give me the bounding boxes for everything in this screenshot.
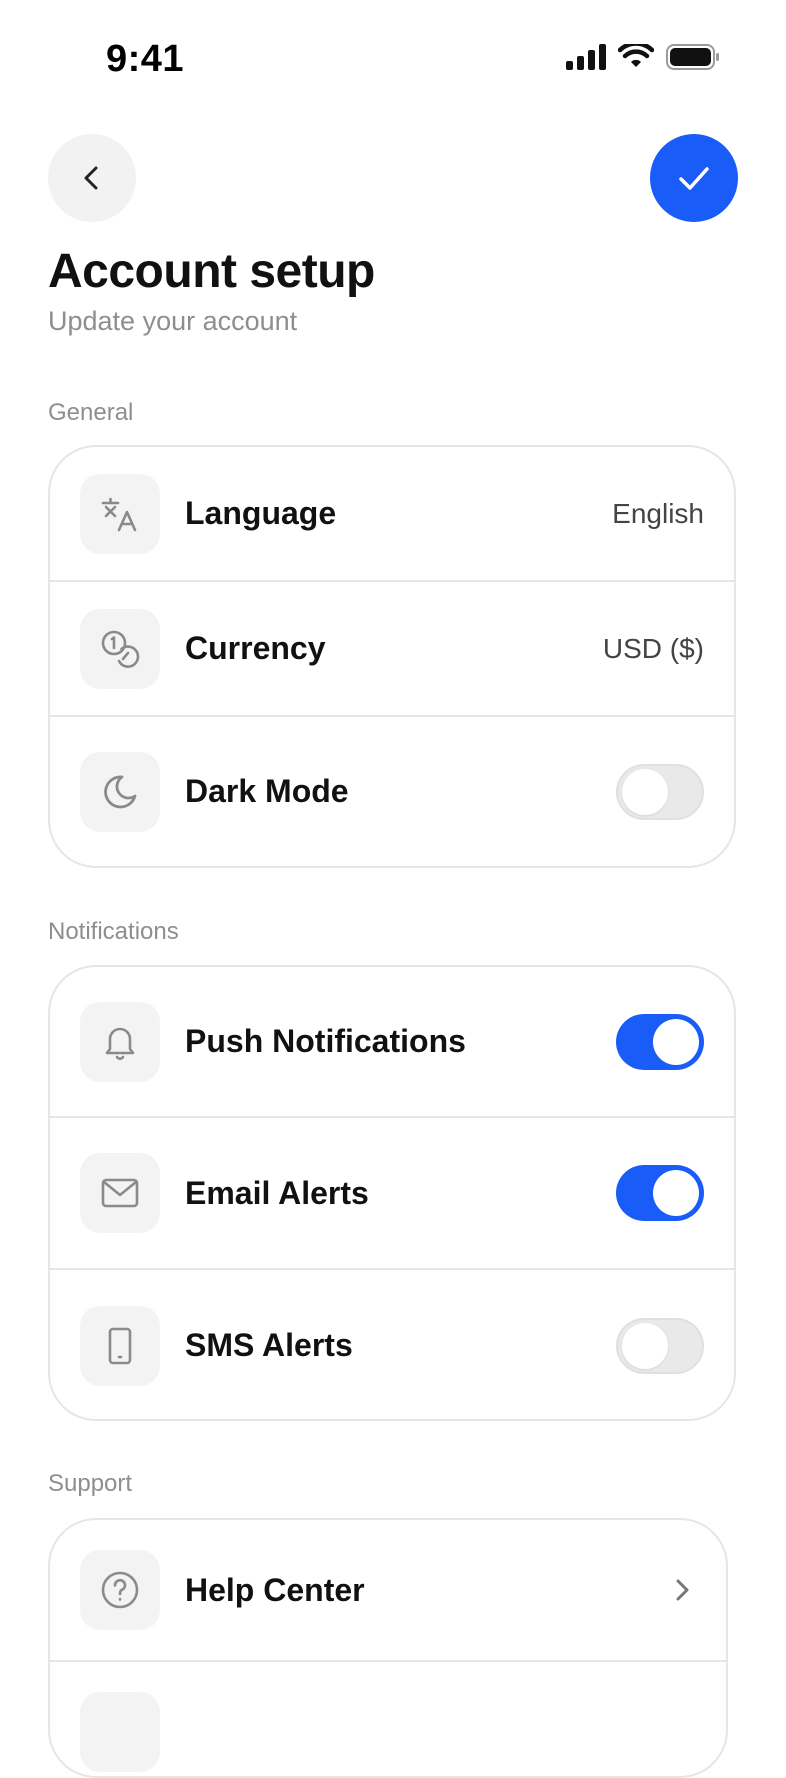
setting-row-dark-mode: Dark Mode — [50, 717, 734, 866]
status-time: 9:41 — [106, 38, 185, 80]
toggle-knob — [622, 768, 668, 815]
wifi-icon — [618, 44, 654, 67]
push-notifications-toggle[interactable] — [616, 1013, 704, 1070]
setting-row-sms-alerts: SMS Alerts — [50, 1270, 734, 1419]
mail-icon — [80, 1153, 160, 1233]
translate-icon — [80, 473, 160, 554]
battery-icon — [666, 44, 719, 70]
chevron-left-icon — [84, 166, 98, 190]
chevron-right-icon — [668, 1576, 696, 1604]
setting-label: Dark Mode — [185, 773, 349, 809]
help-icon — [80, 1550, 160, 1630]
notifications-card: Push Notifications Email Alerts SMS Aler… — [48, 965, 736, 1421]
general-card: Language English Currency USD ($) Dark M… — [48, 445, 736, 868]
setting-label: Push Notifications — [185, 1023, 466, 1059]
setting-row-push-notifications: Push Notifications — [50, 967, 734, 1118]
coins-icon — [80, 608, 160, 689]
setting-label: Language — [185, 495, 337, 531]
setting-label: Email Alerts — [185, 1174, 369, 1211]
confirm-button[interactable] — [650, 134, 738, 222]
setting-label: Help Center — [185, 1571, 365, 1608]
page-subtitle: Update your account — [48, 306, 298, 336]
check-icon — [679, 167, 709, 190]
phone-icon — [80, 1305, 160, 1386]
section-label-notifications: Notifications — [48, 918, 179, 945]
bell-icon — [80, 1001, 160, 1082]
toggle-knob — [622, 1322, 668, 1369]
dark-mode-toggle[interactable] — [616, 763, 704, 820]
setting-row-language[interactable]: Language English — [50, 447, 734, 582]
setting-row-email-alerts: Email Alerts — [50, 1118, 734, 1270]
status-bar: 9:41 — [0, 0, 786, 120]
setting-label: SMS Alerts — [185, 1327, 353, 1363]
language-value: English — [612, 497, 704, 529]
support-card: Help Center — [48, 1518, 728, 1778]
back-button[interactable] — [48, 134, 136, 222]
currency-value: USD ($) — [602, 632, 704, 664]
section-label-general: General — [48, 399, 134, 426]
moon-icon — [80, 751, 160, 832]
setting-row-currency[interactable]: Currency USD ($) — [50, 582, 734, 717]
cellular-signal-icon — [566, 44, 606, 70]
page-title: Account setup — [48, 245, 375, 298]
section-label-support: Support — [48, 1470, 133, 1497]
sms-alerts-toggle[interactable] — [616, 1317, 704, 1374]
setting-row-next[interactable] — [50, 1662, 726, 1776]
status-icons — [566, 44, 720, 70]
setting-label: Currency — [185, 630, 326, 666]
setting-row-help-center[interactable]: Help Center — [50, 1520, 726, 1662]
email-alerts-toggle[interactable] — [616, 1165, 704, 1221]
row-icon — [80, 1692, 160, 1772]
toggle-knob — [653, 1170, 699, 1216]
toggle-knob — [653, 1018, 699, 1065]
